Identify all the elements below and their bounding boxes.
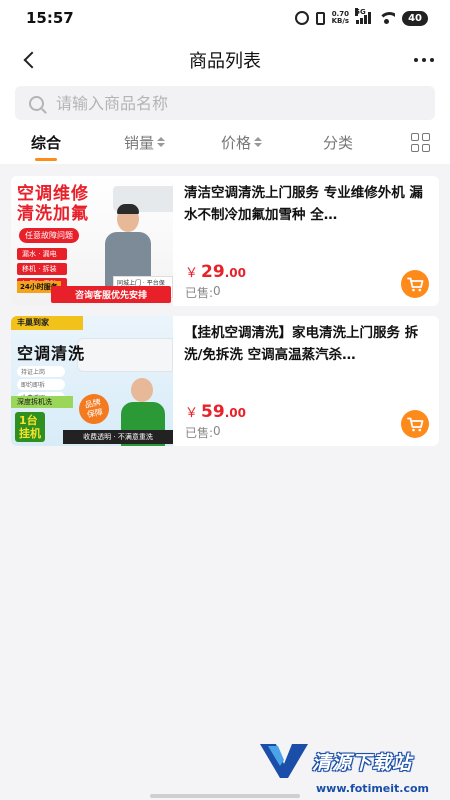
watermark-url: www.fotimeit.com	[316, 782, 430, 795]
cart-icon	[406, 417, 423, 431]
tab-price[interactable]: 价格	[221, 120, 263, 164]
tab-label: 分类	[323, 133, 354, 152]
add-to-cart-button[interactable]	[401, 270, 429, 298]
sort-icon	[157, 137, 166, 147]
wifi-icon	[378, 12, 396, 24]
product-list: 空调维修 清洗加氟 任意故障问题 漏水 · 漏电 移机 · 拆装 加氟加雪种 同…	[0, 164, 450, 446]
sold-count: 已售: 0	[185, 284, 221, 300]
product-card[interactable]: 丰巢到家 空调清洗 持证上岗 即约即拆 收费透明 深度拆机洗 1台 挂机 品牌 …	[11, 316, 439, 446]
battery-indicator: 40	[402, 10, 428, 26]
tab-label: 价格	[221, 133, 252, 152]
status-time: 15:57	[26, 9, 74, 27]
product-info: 【挂机空调清洗】家电清洗上门服务 拆洗/免拆洗 空调高温蒸汽杀… ￥ 59 .0…	[173, 316, 439, 446]
header-area: 15:57 0.70 KB/s 5G 40 商品列表 请输入商品名称 综合 销量…	[0, 0, 450, 164]
product-title: 清洁空调清洗上门服务 专业维修外机 漏水不制冷加氟加雪种 全…	[184, 185, 423, 223]
tab-comprehensive[interactable]: 综合	[31, 120, 61, 164]
product-price: ￥ 29 .00	[185, 262, 246, 282]
home-indicator[interactable]	[150, 794, 300, 798]
net-speed: 0.70 KB/s	[332, 11, 349, 25]
more-horizontal-icon	[414, 58, 418, 62]
back-button[interactable]	[18, 48, 41, 72]
more-options-button[interactable]	[414, 50, 434, 70]
sort-icon	[254, 137, 263, 147]
image-title: 空调清洗	[17, 344, 86, 363]
image-bottom-banner: 咨询客服优先安排	[51, 286, 171, 303]
net-speed-unit: KB/s	[331, 17, 350, 25]
watermark-text: 清源下载站	[312, 752, 413, 774]
grid-view-icon	[411, 133, 419, 141]
image-bottom-banner: 收费透明 · 不满意重洗	[63, 430, 173, 444]
tab-sales[interactable]: 销量	[124, 120, 166, 164]
product-card[interactable]: 空调维修 清洗加氟 任意故障问题 漏水 · 漏电 移机 · 拆装 加氟加雪种 同…	[11, 176, 439, 306]
air-conditioner-graphic	[77, 338, 173, 372]
alarm-icon	[294, 11, 309, 25]
search-input[interactable]	[56, 93, 396, 113]
tab-label: 综合	[31, 133, 62, 152]
sold-count: 已售: 0	[185, 424, 221, 440]
image-bubble: 任意故障问题	[19, 228, 79, 243]
product-title: 【挂机空调清洗】家电清洗上门服务 拆洗/免拆洗 空调高温蒸汽杀…	[184, 325, 419, 363]
image-title: 空调维修 清洗加氟	[17, 184, 89, 224]
chevron-left-icon	[23, 51, 41, 69]
product-image: 丰巢到家 空调清洗 持证上岗 即约即拆 收费透明 深度拆机洗 1台 挂机 品牌 …	[11, 316, 173, 446]
nav-bar: 商品列表	[0, 36, 450, 84]
page-title: 商品列表	[189, 51, 261, 72]
image-unit-label: 1台 挂机	[15, 412, 45, 442]
tab-label: 销量	[124, 133, 155, 152]
search-bar[interactable]	[15, 86, 435, 120]
image-brand: 丰巢到家	[11, 316, 83, 330]
add-to-cart-button[interactable]	[401, 410, 429, 438]
cart-icon	[406, 277, 423, 291]
watermark-logo-icon	[260, 744, 308, 778]
site-watermark: 清源下载站 www.fotimeit.com	[258, 740, 438, 800]
layout-toggle-button[interactable]	[411, 133, 430, 152]
product-price: ￥ 59 .00	[185, 402, 246, 422]
product-image: 空调维修 清洗加氟 任意故障问题 漏水 · 漏电 移机 · 拆装 加氟加雪种 同…	[11, 176, 173, 306]
status-bar: 15:57 0.70 KB/s 5G 40	[0, 0, 450, 36]
filter-bar: 综合 销量 价格 分类	[0, 120, 450, 164]
vibrate-icon	[315, 11, 325, 25]
signal-label: 5G	[355, 8, 366, 16]
cellular-signal-icon: 5G	[355, 8, 372, 24]
status-icons: 0.70 KB/s 5G 40	[294, 8, 428, 26]
tab-category[interactable]: 分类	[323, 120, 353, 164]
image-banner: 深度拆机洗	[11, 396, 73, 408]
active-tab-indicator	[35, 158, 57, 161]
search-icon	[29, 95, 44, 111]
image-badge: 品牌 保障	[76, 391, 112, 427]
product-info: 清洁空调清洗上门服务 专业维修外机 漏水不制冷加氟加雪种 全… ￥ 29 .00…	[173, 176, 439, 306]
